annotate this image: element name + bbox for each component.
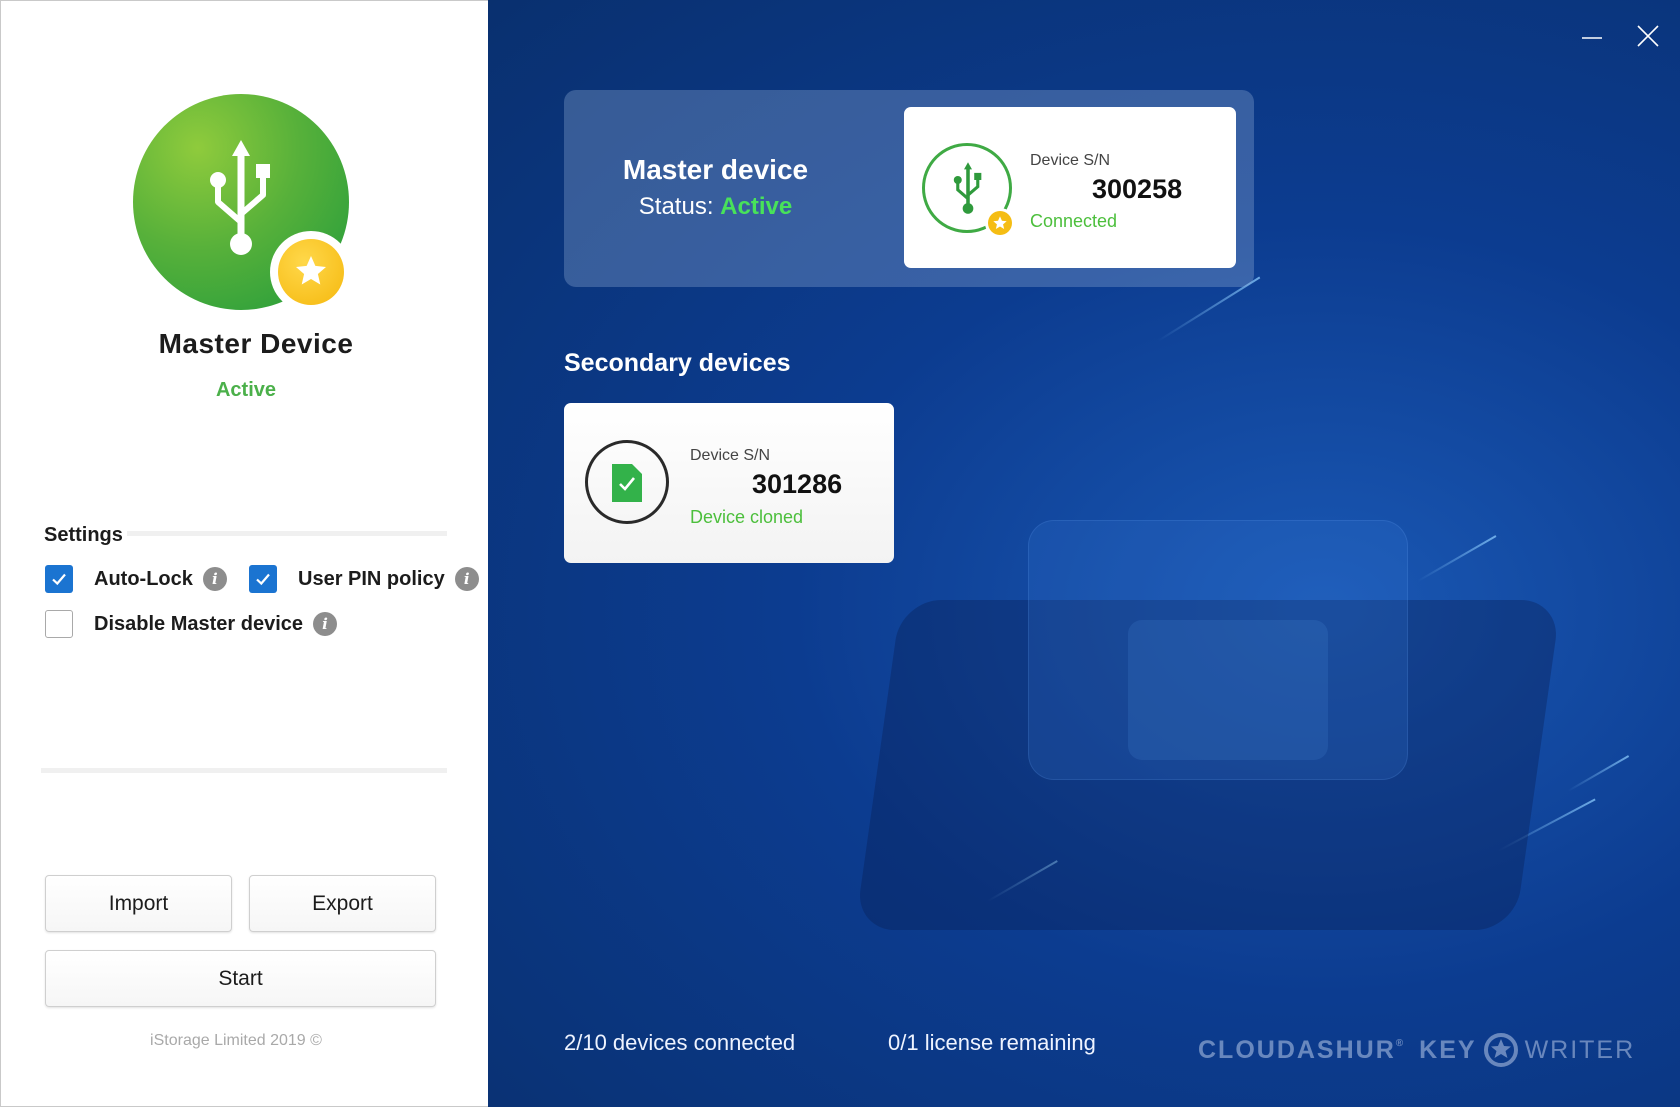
master-panel-status: Status: Active (564, 193, 867, 221)
status-value: Active (720, 193, 793, 220)
settings-title: Settings (44, 524, 123, 546)
info-icon[interactable]: i (202, 567, 227, 591)
brand-cloudashur: CLOUDASHUR (1198, 1035, 1396, 1064)
device-state: Connected (1030, 211, 1118, 231)
devices-connected: 2/10 devices connected (564, 1030, 796, 1055)
secondary-device-card[interactable]: Device S/N 301286 Device cloned (564, 403, 894, 563)
settings-divider (127, 531, 447, 536)
disable-master-row: Disable Master device i (45, 610, 337, 638)
master-panel-title: Master device (622, 154, 809, 185)
copyright: iStorage Limited 2019 © (150, 1032, 322, 1049)
right-panel: Master device Status: Active Device S/N … (488, 0, 1680, 1107)
disable-master-label: Disable Master device (94, 612, 303, 635)
check-icon (256, 573, 270, 586)
secondary-device-icon (585, 440, 669, 524)
cloned-file-icon (612, 464, 642, 502)
star-badge (985, 208, 1015, 238)
device-sn-label: Device S/N (690, 447, 771, 464)
info-icon[interactable]: i (313, 612, 337, 636)
settings-bottom-divider (41, 768, 447, 773)
close-button[interactable] (1632, 20, 1664, 52)
master-device-hero (133, 94, 352, 313)
brand-logo: CLOUDASHUR ® KEY WRITER (1198, 1030, 1635, 1070)
usb-icon (953, 162, 982, 214)
master-device-status: Active (215, 379, 277, 401)
brand-key: KEY (1419, 1035, 1477, 1064)
left-panel: Master Device Active Settings Auto-Lock … (0, 0, 488, 1107)
start-button[interactable]: Start (45, 950, 436, 1007)
minimize-button[interactable] (1576, 20, 1608, 52)
info-icon[interactable]: i (454, 567, 479, 591)
check-icon (52, 573, 66, 586)
device-sn-label: Device S/N (1030, 152, 1111, 169)
disable-master-checkbox[interactable] (45, 610, 73, 638)
auto-lock-label: Auto-Lock (94, 567, 193, 590)
master-device-card[interactable]: Device S/N 300258 Connected (904, 107, 1236, 268)
master-star-badge (270, 231, 352, 313)
auto-lock-checkbox[interactable] (45, 565, 73, 593)
device-sn: 301286 (752, 469, 843, 499)
license-remaining: 0/1 license remaining (888, 1030, 1096, 1055)
master-device-title: Master Device (158, 328, 354, 359)
master-device-panel: Master device Status: Active Device S/N … (564, 90, 1254, 287)
status-label: Status: (638, 193, 714, 220)
user-pin-policy-label: User PIN policy (298, 567, 445, 590)
device-state: Device cloned (690, 507, 804, 527)
star-icon (296, 256, 326, 285)
export-button[interactable]: Export (249, 875, 436, 932)
usb-icon (210, 140, 270, 255)
user-pin-policy-checkbox[interactable] (249, 565, 277, 593)
close-icon (1637, 25, 1659, 47)
import-button[interactable]: Import (45, 875, 232, 932)
auto-lock-row: Auto-Lock i (45, 565, 227, 593)
key-writer-logo-icon (1483, 1033, 1518, 1067)
brand-writer: WRITER (1524, 1035, 1636, 1064)
minimize-icon (1582, 37, 1602, 39)
master-device-icon (922, 143, 1015, 238)
secondary-devices-title: Secondary devices (564, 349, 791, 377)
user-pin-policy-row: User PIN policy i (249, 565, 479, 593)
star-icon (993, 216, 1007, 229)
device-sn: 300258 (1092, 174, 1183, 204)
